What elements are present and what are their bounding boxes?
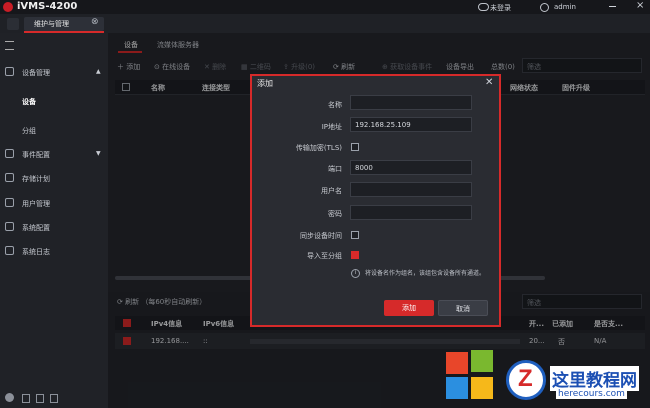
cloud-icon[interactable] [478, 3, 489, 11]
login-status[interactable]: 未登录 [490, 3, 511, 13]
app-logo-icon [3, 2, 13, 12]
info-text: 将设备名作为组名，该组包含设备所有通道。 [365, 270, 486, 277]
tls-label: 传输加密(TLS) [295, 144, 342, 152]
watermark-title: 这里教程网 [550, 366, 639, 391]
cancel-button[interactable]: 取消 [438, 300, 488, 316]
close-icon[interactable]: ✕ [485, 77, 493, 88]
name-field[interactable] [350, 95, 472, 110]
minimize-button[interactable] [609, 6, 616, 7]
home-icon[interactable] [7, 18, 19, 30]
password-field[interactable] [350, 205, 472, 220]
watermark-url: herecours.com [556, 389, 627, 399]
ip-label: IP地址 [321, 123, 342, 131]
import-group-checkbox[interactable] [351, 251, 359, 259]
title-bar [0, 0, 650, 14]
sync-time-label: 同步设备时间 [300, 232, 342, 240]
sidebar: 设备管理 ▲ 设备 分组 事件配置 ▼ 存储计划 用户管理 系统配置 系统日志 [0, 33, 108, 408]
name-label: 名称 [328, 101, 342, 109]
sidebar-item-device[interactable]: 设备 [0, 94, 108, 108]
event-icon [5, 149, 14, 158]
log-icon [5, 246, 14, 255]
add-device-dialog [250, 74, 501, 327]
port-label: 端口 [328, 165, 342, 173]
username-label: 用户名 [321, 187, 342, 195]
gear-icon [5, 222, 14, 231]
status-bar-icons [5, 393, 65, 403]
user-icon[interactable] [540, 3, 549, 12]
tls-checkbox[interactable] [351, 143, 359, 151]
user-name[interactable]: admin [554, 3, 576, 11]
menu-toggle-icon[interactable] [5, 41, 14, 50]
username-field[interactable] [350, 182, 472, 197]
sidebar-item-users[interactable]: 用户管理 [0, 196, 108, 210]
tab-close-icon[interactable]: ⊗ [91, 17, 99, 27]
app-title: iVMS-4200 [17, 1, 78, 12]
add-confirm-button[interactable]: 添加 [384, 300, 434, 316]
password-label: 密码 [328, 210, 342, 218]
close-window-button[interactable]: × [636, 0, 644, 11]
port-field[interactable]: 8000 [350, 160, 472, 175]
storage-icon [5, 173, 14, 182]
sidebar-item-device-manage[interactable]: 设备管理 ▲ [0, 65, 108, 79]
watermark-logo-icon: Z [506, 360, 546, 400]
device-manage-icon [5, 67, 14, 76]
import-group-label: 导入至分组 [307, 252, 342, 260]
ip-field[interactable]: 192.168.25.109 [350, 117, 472, 132]
windows-logo [446, 350, 496, 400]
sidebar-item-system-config[interactable]: 系统配置 [0, 220, 108, 234]
sidebar-item-group[interactable]: 分组 [0, 123, 108, 137]
info-icon: i [351, 269, 360, 278]
sidebar-item-storage[interactable]: 存储计划 [0, 171, 108, 185]
sync-time-checkbox[interactable] [351, 231, 359, 239]
user-icon [5, 198, 14, 207]
sidebar-item-system-log[interactable]: 系统日志 [0, 244, 108, 258]
dialog-title: 添加 [257, 79, 273, 88]
sidebar-item-event[interactable]: 事件配置 ▼ [0, 147, 108, 161]
tab-label: 维护与管理 [34, 20, 69, 28]
